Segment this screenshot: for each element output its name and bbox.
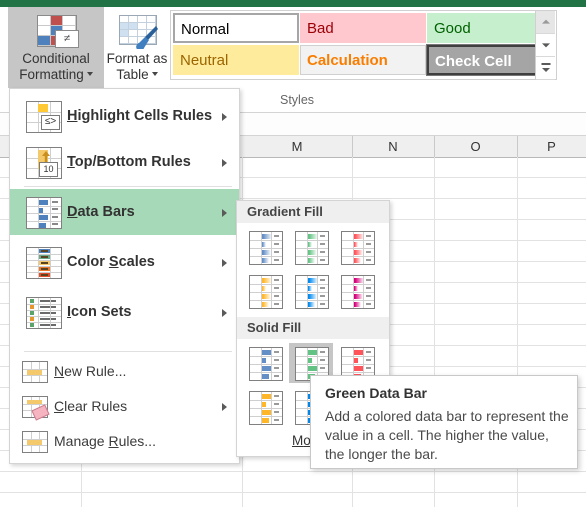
- gallery-scroll-down-button[interactable]: [536, 34, 555, 57]
- conditional-formatting-label-line1: Conditional: [22, 51, 90, 66]
- menu-separator: [24, 186, 232, 187]
- menu-item-label: Top/Bottom Rules: [67, 154, 191, 170]
- color-scales-icon: [26, 247, 62, 279]
- blue-solid-data-bar[interactable]: [243, 343, 287, 383]
- conditional-formatting-menu: ≤> Highlight Cells Rules 10 Top/Bottom Rule…: [9, 88, 240, 464]
- gallery-scrollbar[interactable]: [535, 11, 556, 80]
- styles-group-label: Styles: [280, 93, 315, 107]
- grid-line: [0, 471, 586, 472]
- cell-style-normal[interactable]: Normal: [173, 13, 299, 43]
- menu-item-label: New Rule...: [54, 363, 127, 379]
- menu-item-label: Clear Rules: [54, 398, 128, 414]
- menu-item-color-scales[interactable]: Color Scales: [10, 239, 239, 285]
- purple-gradient-data-bar[interactable]: [335, 271, 379, 311]
- green-gradient-data-bar[interactable]: [289, 227, 333, 267]
- menu-item-new-rule[interactable]: New Rule...: [10, 357, 239, 385]
- menu-separator: [24, 351, 232, 352]
- chevron-down-icon: [151, 72, 158, 77]
- blue-gradient-data-bar[interactable]: [243, 227, 287, 267]
- tooltip-title: Green Data Bar: [325, 385, 427, 401]
- format-as-table-button[interactable]: Format as Table: [106, 7, 168, 88]
- green-data-bar-tooltip: Green Data Bar Add a colored data bar to…: [310, 375, 578, 469]
- menu-item-highlight-cells-rules[interactable]: ≤> Highlight Cells Rules: [10, 93, 239, 139]
- menu-item-label: Icon Sets: [67, 304, 132, 320]
- conditional-formatting-button[interactable]: ≠ Conditional Formatting: [8, 7, 104, 88]
- conditional-formatting-label-line2: Formatting: [19, 67, 84, 82]
- clear-rules-icon: [22, 396, 50, 421]
- menu-item-label: Data Bars: [67, 204, 135, 220]
- column-header-O[interactable]: O: [434, 136, 518, 157]
- icon-sets-icon: [26, 297, 62, 329]
- data-bars-icon: [26, 197, 62, 229]
- menu-item-clear-rules[interactable]: Clear Rules: [10, 392, 239, 421]
- menu-item-top-bottom-rules[interactable]: 10 Top/Bottom Rules: [10, 139, 239, 185]
- gallery-more-button[interactable]: [536, 57, 555, 80]
- excel-title-bar-strip: [0, 0, 586, 7]
- orange-gradient-data-bar[interactable]: [243, 271, 287, 311]
- chevron-right-icon: [222, 259, 227, 267]
- highlight-cells-rules-icon: ≤>: [26, 101, 62, 133]
- format-as-table-label-line2: Table: [116, 67, 149, 82]
- cell-style-neutral[interactable]: Neutral: [173, 45, 299, 75]
- new-rule-icon: [22, 361, 48, 383]
- top-bottom-rules-icon: 10: [26, 147, 62, 179]
- chevron-right-icon: [222, 209, 227, 217]
- red-gradient-data-bar[interactable]: [335, 227, 379, 267]
- light-blue-gradient-data-bar[interactable]: [289, 271, 333, 311]
- solid-fill-header: Solid Fill: [237, 317, 389, 339]
- gradient-fill-header: Gradient Fill: [237, 201, 389, 223]
- chevron-down-icon: [86, 72, 93, 77]
- menu-item-label: Highlight Cells Rules: [67, 108, 213, 124]
- menu-item-data-bars[interactable]: Data Bars: [10, 189, 239, 235]
- menu-item-label: Color Scales: [67, 254, 155, 270]
- chevron-right-icon: [222, 403, 227, 411]
- menu-item-label: Manage Rules...: [54, 433, 156, 449]
- gallery-scroll-up-button[interactable]: [536, 11, 555, 34]
- cell-styles-gallery: Normal Bad Good Neutral Calculation Check Ce…: [170, 10, 557, 80]
- grid-line: [0, 492, 586, 493]
- chevron-right-icon: [222, 309, 227, 317]
- cell-style-bad[interactable]: Bad: [300, 13, 426, 43]
- chevron-right-icon: [222, 159, 227, 167]
- orange-solid-data-bar[interactable]: [243, 387, 287, 427]
- manage-rules-icon: [22, 431, 48, 453]
- menu-item-icon-sets[interactable]: Icon Sets: [10, 289, 239, 335]
- chevron-right-icon: [222, 113, 227, 121]
- cell-style-calculation[interactable]: Calculation: [300, 45, 426, 75]
- format-as-table-label-line1: Format as: [106, 51, 168, 66]
- conditional-formatting-icon: ≠: [29, 13, 83, 51]
- column-header-P[interactable]: P: [517, 136, 586, 157]
- not-equal-badge: ≠: [55, 30, 79, 48]
- format-as-table-icon: [114, 13, 160, 51]
- menu-item-manage-rules[interactable]: Manage Rules...: [10, 427, 239, 455]
- tooltip-body: Add a colored data bar to represent the …: [325, 408, 569, 462]
- column-header-M[interactable]: M: [242, 136, 353, 157]
- column-header-N[interactable]: N: [352, 136, 435, 157]
